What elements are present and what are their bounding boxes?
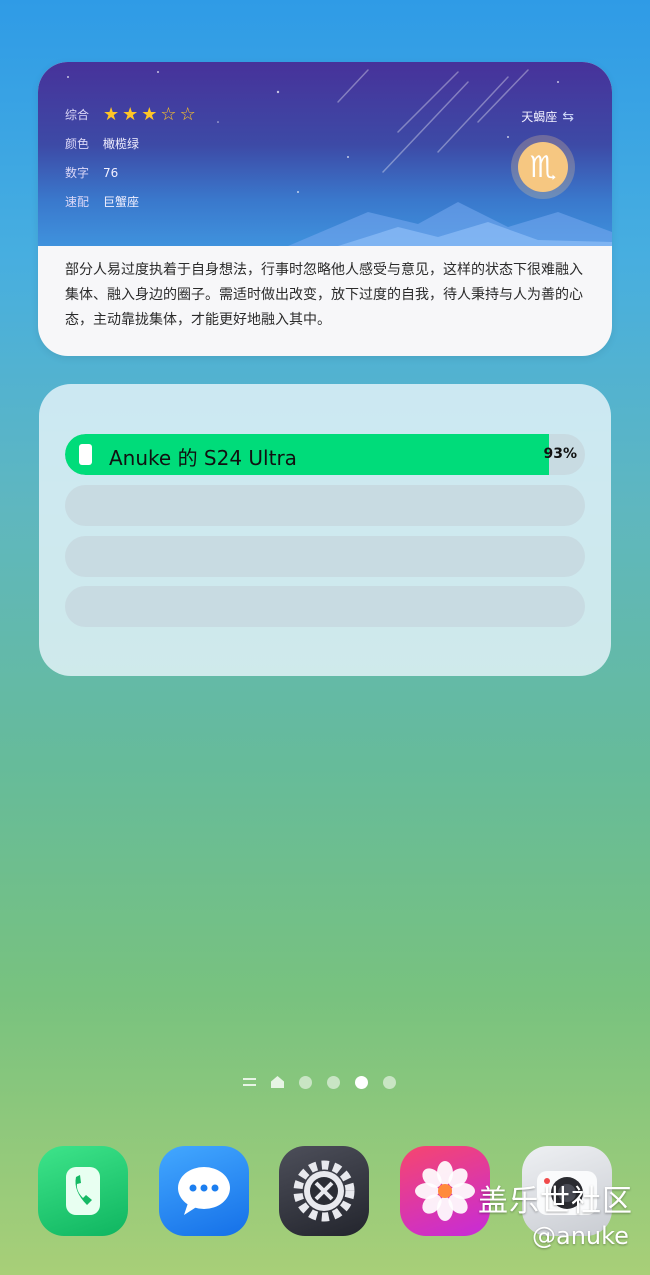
message-bubble-icon [178, 1167, 230, 1215]
watermark-handle: @anuke [532, 1222, 629, 1250]
battery-percent: 93% [543, 446, 577, 462]
horoscope-header: 综合 ★ ★ ★ ☆ ☆ 颜色 橄榄绿 数字 76 速配 巨蟹座 天蝎座 ⇆ ♏ [38, 62, 612, 246]
horoscope-stats: 综合 ★ ★ ★ ☆ ☆ 颜色 橄榄绿 数字 76 速配 巨蟹座 [65, 100, 196, 216]
sign-symbol: ♏ [529, 149, 557, 185]
battery-empty-slot [65, 536, 585, 577]
star-filled-icon: ★ [103, 103, 120, 125]
horoscope-description: 部分人易过度执着于自身想法，行事时忽略他人感受与意见，这样的状态下很难融入集体、… [65, 262, 583, 328]
battery-empty-slot [65, 586, 585, 627]
stat-value: 巨蟹座 [103, 195, 140, 209]
star-outline-icon: ☆ [160, 103, 177, 125]
star-outline-icon: ☆ [179, 103, 196, 125]
watermark-community: 盖乐世社区 [478, 1184, 633, 1219]
stat-value: 橄榄绿 [103, 137, 140, 151]
star-filled-icon: ★ [141, 103, 158, 125]
stat-number: 数字 76 [65, 158, 196, 187]
horoscope-widget[interactable]: 综合 ★ ★ ★ ☆ ☆ 颜色 橄榄绿 数字 76 速配 巨蟹座 天蝎座 ⇆ ♏… [38, 62, 612, 356]
page-dot[interactable] [383, 1075, 396, 1089]
stat-label: 速配 [65, 195, 90, 209]
page-indicator[interactable] [243, 1074, 396, 1090]
star-filled-icon: ★ [122, 103, 139, 125]
battery-empty-slot [65, 485, 585, 526]
scorpio-sign-icon: ♏ [518, 142, 568, 192]
phone-device-icon [79, 444, 92, 465]
flower-icon [415, 1161, 475, 1221]
phone-icon [66, 1167, 100, 1215]
stat-label: 数字 [65, 166, 90, 180]
settings-app-icon[interactable] [279, 1146, 369, 1236]
gear-icon [293, 1160, 355, 1222]
phone-app-icon[interactable] [38, 1146, 128, 1236]
swap-icon: ⇆ [562, 108, 574, 125]
page-dot[interactable] [327, 1075, 340, 1089]
stat-value: 76 [103, 165, 119, 180]
stat-label: 综合 [65, 108, 90, 122]
sign-name: 天蝎座 [521, 110, 558, 124]
rating-stars: ★ ★ ★ ☆ ☆ [103, 103, 196, 125]
page-dot-active[interactable] [355, 1075, 368, 1089]
page-dot[interactable] [299, 1075, 312, 1089]
stat-match: 速配 巨蟹座 [65, 187, 196, 216]
gallery-app-icon[interactable] [400, 1146, 490, 1236]
switch-sign-button[interactable]: 天蝎座 ⇆ [521, 108, 574, 125]
page-list-icon[interactable] [243, 1077, 256, 1087]
battery-device-row: Anuke 的 S24 Ultra 93% [65, 434, 585, 475]
battery-widget[interactable]: Anuke 的 S24 Ultra 93% [39, 384, 611, 676]
home-page-icon[interactable] [271, 1076, 284, 1088]
device-name: Anuke 的 S24 Ultra [109, 446, 297, 470]
stat-color: 颜色 橄榄绿 [65, 129, 196, 158]
messages-app-icon[interactable] [159, 1146, 249, 1236]
stat-overall: 综合 ★ ★ ★ ☆ ☆ [65, 100, 196, 129]
stat-label: 颜色 [65, 137, 90, 151]
